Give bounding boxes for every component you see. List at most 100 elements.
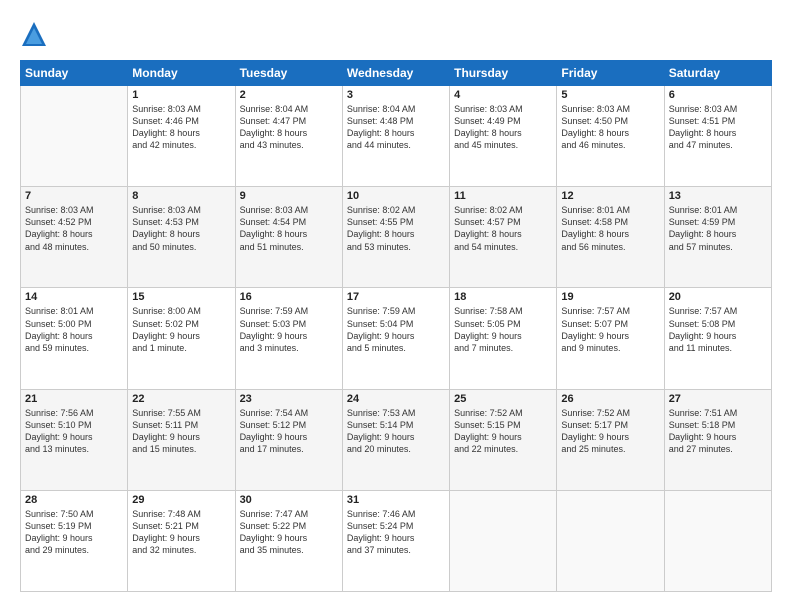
calendar-body: 1 Sunrise: 8:03 AM Sunset: 4:46 PM Daylig… — [21, 86, 772, 592]
weekday-header-thursday: Thursday — [450, 61, 557, 86]
calendar-cell: 30 Sunrise: 7:47 AM Sunset: 5:22 PM Dayli… — [235, 490, 342, 591]
day-info: Sunrise: 7:54 AM Sunset: 5:12 PM Dayligh… — [240, 407, 338, 456]
day-info: Sunrise: 8:01 AM Sunset: 5:00 PM Dayligh… — [25, 305, 123, 354]
calendar-week-4: 21 Sunrise: 7:56 AM Sunset: 5:10 PM Dayli… — [21, 389, 772, 490]
calendar-cell: 13 Sunrise: 8:01 AM Sunset: 4:59 PM Dayli… — [664, 187, 771, 288]
calendar-cell: 31Sunrise: 7:46 AM Sunset: 5:24 PM Dayli… — [342, 490, 449, 591]
day-number: 19 — [561, 291, 659, 303]
calendar-cell: 2 Sunrise: 8:04 AM Sunset: 4:47 PM Daylig… — [235, 86, 342, 187]
day-number: 5 — [561, 89, 659, 101]
day-info: Sunrise: 8:03 AM Sunset: 4:50 PM Dayligh… — [561, 103, 659, 152]
day-info: Sunrise: 7:57 AM Sunset: 5:07 PM Dayligh… — [561, 305, 659, 354]
day-number: 20 — [669, 291, 767, 303]
calendar-week-3: 14 Sunrise: 8:01 AM Sunset: 5:00 PM Dayli… — [21, 288, 772, 389]
calendar-cell: 1 Sunrise: 8:03 AM Sunset: 4:46 PM Daylig… — [128, 86, 235, 187]
calendar-cell: 20 Sunrise: 7:57 AM Sunset: 5:08 PM Dayli… — [664, 288, 771, 389]
calendar-cell: 24Sunrise: 7:53 AM Sunset: 5:14 PM Dayli… — [342, 389, 449, 490]
calendar-table: SundayMondayTuesdayWednesdayThursdayFrid… — [20, 60, 772, 592]
day-number: 6 — [669, 89, 767, 101]
day-info: Sunrise: 7:47 AM Sunset: 5:22 PM Dayligh… — [240, 508, 338, 557]
logo — [20, 20, 52, 48]
day-number: 26 — [561, 393, 659, 405]
day-number: 10 — [347, 190, 445, 202]
day-number: 23 — [240, 393, 338, 405]
day-info: Sunrise: 7:48 AM Sunset: 5:21 PM Dayligh… — [132, 508, 230, 557]
calendar-cell — [557, 490, 664, 591]
calendar-cell: 23 Sunrise: 7:54 AM Sunset: 5:12 PM Dayli… — [235, 389, 342, 490]
day-info: Sunrise: 8:03 AM Sunset: 4:46 PM Dayligh… — [132, 103, 230, 152]
calendar-cell: 6 Sunrise: 8:03 AM Sunset: 4:51 PM Daylig… — [664, 86, 771, 187]
calendar-cell: 21 Sunrise: 7:56 AM Sunset: 5:10 PM Dayli… — [21, 389, 128, 490]
day-info: Sunrise: 8:00 AM Sunset: 5:02 PM Dayligh… — [132, 305, 230, 354]
day-info: Sunrise: 7:52 AM Sunset: 5:15 PM Dayligh… — [454, 407, 552, 456]
calendar-week-5: 28 Sunrise: 7:50 AM Sunset: 5:19 PM Dayli… — [21, 490, 772, 591]
day-number: 28 — [25, 494, 123, 506]
calendar-cell: 22 Sunrise: 7:55 AM Sunset: 5:11 PM Dayli… — [128, 389, 235, 490]
day-info: Sunrise: 8:03 AM Sunset: 4:53 PM Dayligh… — [132, 204, 230, 253]
day-info: Sunrise: 7:59 AM Sunset: 5:04 PM Dayligh… — [347, 305, 445, 354]
day-info: Sunrise: 7:50 AM Sunset: 5:19 PM Dayligh… — [25, 508, 123, 557]
day-info: Sunrise: 7:55 AM Sunset: 5:11 PM Dayligh… — [132, 407, 230, 456]
day-info: Sunrise: 8:03 AM Sunset: 4:54 PM Dayligh… — [240, 204, 338, 253]
day-number: 12 — [561, 190, 659, 202]
day-number: 27 — [669, 393, 767, 405]
day-info: Sunrise: 8:02 AM Sunset: 4:55 PM Dayligh… — [347, 204, 445, 253]
day-info: Sunrise: 7:57 AM Sunset: 5:08 PM Dayligh… — [669, 305, 767, 354]
day-number: 7 — [25, 190, 123, 202]
calendar-cell: 14 Sunrise: 8:01 AM Sunset: 5:00 PM Dayli… — [21, 288, 128, 389]
day-number: 2 — [240, 89, 338, 101]
calendar-cell: 9 Sunrise: 8:03 AM Sunset: 4:54 PM Daylig… — [235, 187, 342, 288]
calendar-cell: 4 Sunrise: 8:03 AM Sunset: 4:49 PM Daylig… — [450, 86, 557, 187]
day-info: Sunrise: 8:04 AM Sunset: 4:47 PM Dayligh… — [240, 103, 338, 152]
day-number: 11 — [454, 190, 552, 202]
logo-icon — [20, 20, 48, 48]
calendar-cell: 17Sunrise: 7:59 AM Sunset: 5:04 PM Dayli… — [342, 288, 449, 389]
calendar-cell — [450, 490, 557, 591]
day-info: Sunrise: 8:03 AM Sunset: 4:49 PM Dayligh… — [454, 103, 552, 152]
calendar-cell: 7 Sunrise: 8:03 AM Sunset: 4:52 PM Daylig… — [21, 187, 128, 288]
calendar-cell: 27Sunrise: 7:51 AM Sunset: 5:18 PM Dayli… — [664, 389, 771, 490]
weekday-header-friday: Friday — [557, 61, 664, 86]
calendar-cell: 16Sunrise: 7:59 AM Sunset: 5:03 PM Dayli… — [235, 288, 342, 389]
day-number: 9 — [240, 190, 338, 202]
day-number: 3 — [347, 89, 445, 101]
day-number: 29 — [132, 494, 230, 506]
day-number: 16 — [240, 291, 338, 303]
calendar-cell: 11 Sunrise: 8:02 AM Sunset: 4:57 PM Dayli… — [450, 187, 557, 288]
calendar-cell: 12Sunrise: 8:01 AM Sunset: 4:58 PM Dayli… — [557, 187, 664, 288]
calendar-cell: 18Sunrise: 7:58 AM Sunset: 5:05 PM Dayli… — [450, 288, 557, 389]
calendar-cell — [664, 490, 771, 591]
day-info: Sunrise: 8:02 AM Sunset: 4:57 PM Dayligh… — [454, 204, 552, 253]
calendar-header: SundayMondayTuesdayWednesdayThursdayFrid… — [21, 61, 772, 86]
day-number: 4 — [454, 89, 552, 101]
day-info: Sunrise: 8:01 AM Sunset: 4:59 PM Dayligh… — [669, 204, 767, 253]
day-number: 1 — [132, 89, 230, 101]
calendar-week-1: 1 Sunrise: 8:03 AM Sunset: 4:46 PM Daylig… — [21, 86, 772, 187]
page: SundayMondayTuesdayWednesdayThursdayFrid… — [0, 0, 792, 612]
calendar-cell: 8Sunrise: 8:03 AM Sunset: 4:53 PM Daylig… — [128, 187, 235, 288]
day-info: Sunrise: 8:03 AM Sunset: 4:52 PM Dayligh… — [25, 204, 123, 253]
day-number: 21 — [25, 393, 123, 405]
day-info: Sunrise: 8:03 AM Sunset: 4:51 PM Dayligh… — [669, 103, 767, 152]
day-number: 22 — [132, 393, 230, 405]
calendar-cell — [21, 86, 128, 187]
weekday-header-wednesday: Wednesday — [342, 61, 449, 86]
day-info: Sunrise: 7:56 AM Sunset: 5:10 PM Dayligh… — [25, 407, 123, 456]
day-number: 14 — [25, 291, 123, 303]
calendar-cell: 10 Sunrise: 8:02 AM Sunset: 4:55 PM Dayli… — [342, 187, 449, 288]
day-number: 30 — [240, 494, 338, 506]
calendar-week-2: 7 Sunrise: 8:03 AM Sunset: 4:52 PM Daylig… — [21, 187, 772, 288]
day-info: Sunrise: 7:46 AM Sunset: 5:24 PM Dayligh… — [347, 508, 445, 557]
weekday-header-saturday: Saturday — [664, 61, 771, 86]
day-number: 13 — [669, 190, 767, 202]
weekday-header-sunday: Sunday — [21, 61, 128, 86]
calendar-cell: 15 Sunrise: 8:00 AM Sunset: 5:02 PM Dayli… — [128, 288, 235, 389]
day-number: 18 — [454, 291, 552, 303]
day-info: Sunrise: 8:04 AM Sunset: 4:48 PM Dayligh… — [347, 103, 445, 152]
day-number: 15 — [132, 291, 230, 303]
calendar-cell: 19 Sunrise: 7:57 AM Sunset: 5:07 PM Dayli… — [557, 288, 664, 389]
day-info: Sunrise: 7:53 AM Sunset: 5:14 PM Dayligh… — [347, 407, 445, 456]
day-number: 25 — [454, 393, 552, 405]
calendar-cell: 25 Sunrise: 7:52 AM Sunset: 5:15 PM Dayli… — [450, 389, 557, 490]
weekday-header-monday: Monday — [128, 61, 235, 86]
